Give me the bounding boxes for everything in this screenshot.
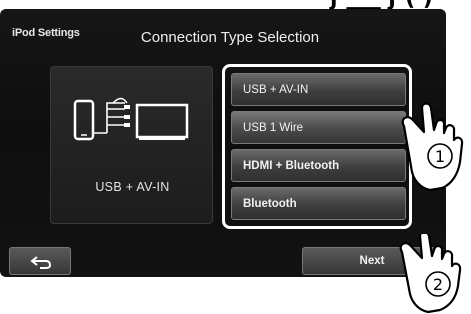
screen-title: Connection Type Selection [140,29,320,46]
option-bluetooth[interactable]: Bluetooth [231,187,406,220]
option-hdmi-bluetooth[interactable]: HDMI + Bluetooth [231,149,406,182]
option-usb-1-wire[interactable]: USB 1 Wire [231,111,406,144]
callout-number-2: 2 [433,275,443,294]
connection-options-list: USB + AV-IN USB 1 Wire HDMI + Bluetooth … [222,64,412,229]
option-usb-av-in[interactable]: USB + AV-IN [231,73,406,106]
device-screen: iPod Settings Connection Type Selection … [0,9,446,277]
connection-preview-card: USB + AV-IN [50,66,213,224]
usb-av-connection-icon [73,97,189,141]
tap-hand-icon-step-2: 2 [399,234,462,314]
tap-hand-icon-step-1: 1 [401,102,464,192]
back-arrow-icon [30,256,52,269]
callout-number-1: 1 [435,147,445,166]
back-button[interactable] [9,247,71,275]
preview-label: USB + AV-IN [95,180,170,194]
